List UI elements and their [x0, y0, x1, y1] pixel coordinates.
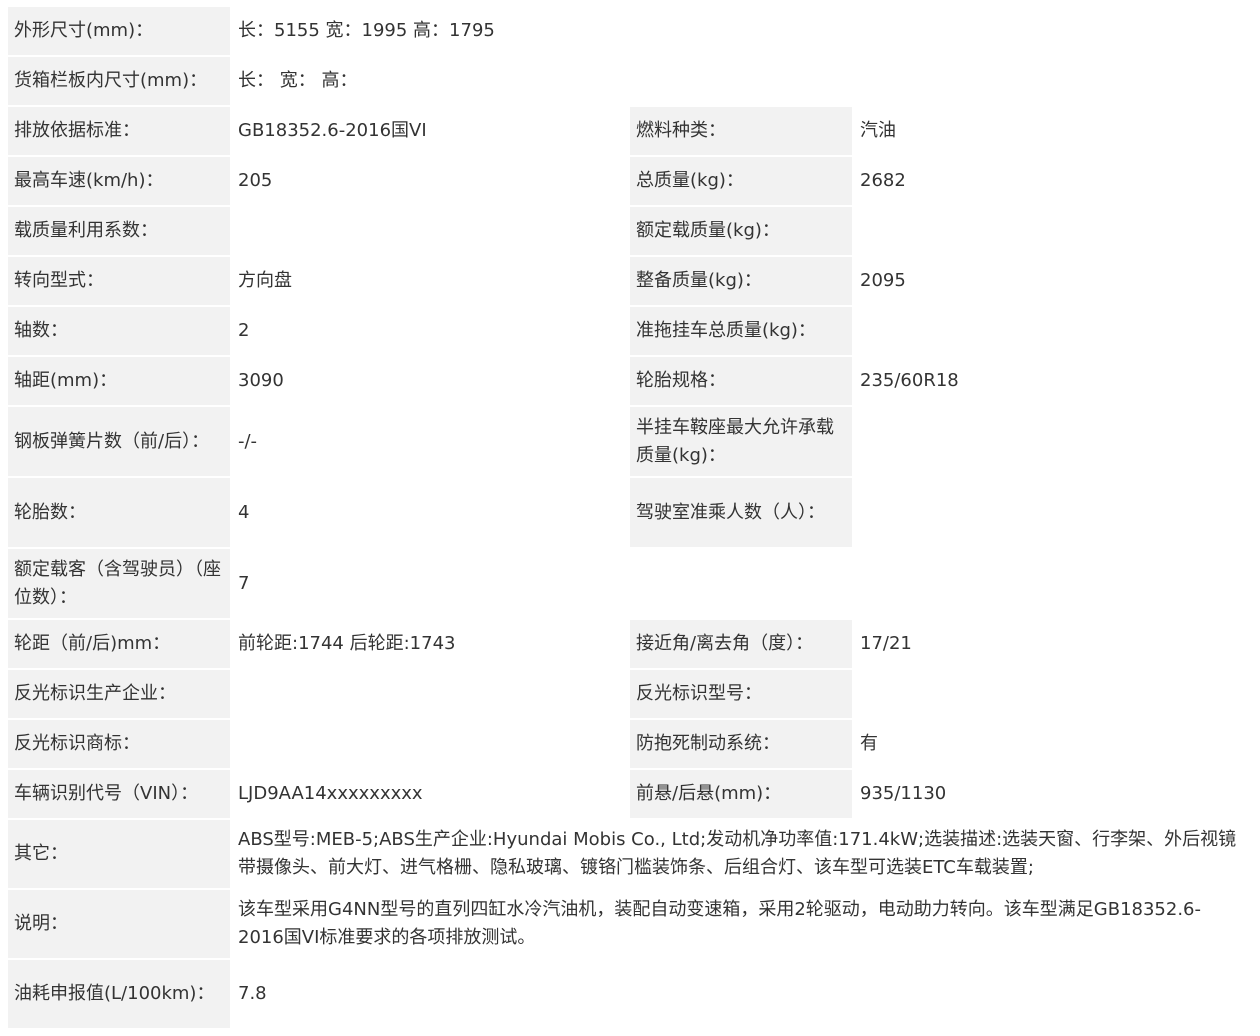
- table-row: 车辆识别代号（VIN）： LJD9AA14xxxxxxxxx 前悬/后悬(mm)…: [6, 768, 1255, 820]
- row-label: 货箱栏板内尺寸(mm)：: [6, 55, 232, 107]
- table-row: 其它： ABS型号:MEB-5;ABS生产企业:Hyundai Mobis Co…: [6, 818, 1255, 890]
- row-label: 轮距（前/后)mm：: [6, 618, 232, 670]
- row-value-2: [851, 305, 1255, 357]
- row-label-2: 额定载质量(kg)：: [628, 205, 854, 257]
- table-row: 反光标识生产企业： 反光标识型号：: [6, 668, 1255, 720]
- row-label: 说明：: [6, 888, 232, 960]
- row-value: 该车型采用G4NN型号的直列四缸水冷汽油机，装配自动变速箱，采用2轮驱动，电动助…: [229, 888, 1255, 960]
- row-value-2: 935/1130: [851, 768, 1255, 820]
- row-label-2: 准拖挂车总质量(kg)：: [628, 305, 854, 357]
- row-label: 排放依据标准：: [6, 105, 232, 157]
- row-label-2: 接近角/离去角（度）：: [628, 618, 854, 670]
- row-label-2: 防抱死制动系统：: [628, 718, 854, 770]
- row-value: LJD9AA14xxxxxxxxx: [230, 768, 630, 820]
- row-label-2: 整备质量(kg)：: [628, 255, 854, 307]
- row-value: 7: [229, 547, 1255, 620]
- row-label: 载质量利用系数：: [6, 205, 232, 257]
- row-value: 方向盘: [230, 255, 630, 307]
- table-row: 说明： 该车型采用G4NN型号的直列四缸水冷汽油机，装配自动变速箱，采用2轮驱动…: [6, 888, 1255, 960]
- row-value: 3090: [230, 355, 630, 407]
- row-value: 4: [230, 476, 630, 549]
- table-row: 轴数： 2 准拖挂车总质量(kg)：: [6, 305, 1255, 357]
- row-label: 钢板弹簧片数（前/后）：: [6, 405, 232, 478]
- row-label: 额定载客（含驾驶员）（座位数）：: [6, 547, 232, 620]
- row-value: [230, 668, 630, 720]
- table-row: 反光标识商标： 防抱死制动系统： 有: [6, 718, 1255, 770]
- row-label: 外形尺寸(mm)：: [6, 5, 232, 57]
- row-value-2: 2095: [851, 255, 1255, 307]
- row-value: -/-: [230, 405, 630, 478]
- table-row: 货箱栏板内尺寸(mm)： 长： 宽： 高：: [6, 55, 1255, 107]
- row-label-2: 轮胎规格：: [628, 355, 854, 407]
- table-row: 外形尺寸(mm)： 长：5155 宽：1995 高：1795: [6, 5, 1255, 57]
- table-row: 额定载客（含驾驶员）（座位数）： 7: [6, 547, 1255, 620]
- row-label: 轴数：: [6, 305, 232, 357]
- row-value: 长： 宽： 高：: [229, 55, 1255, 107]
- table-row: 最高车速(km/h)： 205 总质量(kg)： 2682: [6, 155, 1255, 207]
- row-value-2: [851, 205, 1255, 257]
- table-row: 排放依据标准： GB18352.6-2016国VI 燃料种类： 汽油: [6, 105, 1255, 157]
- row-value: [230, 205, 630, 257]
- row-value: GB18352.6-2016国VI: [230, 105, 630, 157]
- table-row: 油耗申报值(L/100km)： 7.8: [6, 958, 1255, 1030]
- row-label: 轴距(mm)：: [6, 355, 232, 407]
- row-value-2: 2682: [851, 155, 1255, 207]
- row-label-2: 反光标识型号：: [628, 668, 854, 720]
- vehicle-spec-table: 外形尺寸(mm)： 长：5155 宽：1995 高：1795 货箱栏板内尺寸(m…: [6, 5, 1255, 1030]
- table-row: 轴距(mm)： 3090 轮胎规格： 235/60R18: [6, 355, 1255, 407]
- row-label: 油耗申报值(L/100km)：: [6, 958, 232, 1030]
- table-row: 载质量利用系数： 额定载质量(kg)：: [6, 205, 1255, 257]
- row-label-2: 前悬/后悬(mm)：: [628, 768, 854, 820]
- row-value-2: 235/60R18: [851, 355, 1255, 407]
- row-value: 7.8: [229, 958, 1255, 1030]
- row-label: 车辆识别代号（VIN）：: [6, 768, 232, 820]
- row-label: 其它：: [6, 818, 232, 890]
- row-value: 长：5155 宽：1995 高：1795: [229, 5, 1255, 57]
- row-value-2: 有: [851, 718, 1255, 770]
- row-value-2: 汽油: [851, 105, 1255, 157]
- row-value: 2: [230, 305, 630, 357]
- table-row: 钢板弹簧片数（前/后）： -/- 半挂车鞍座最大允许承载质量(kg)：: [6, 405, 1255, 478]
- row-value-2: 17/21: [851, 618, 1255, 670]
- row-label-2: 燃料种类：: [628, 105, 854, 157]
- row-value-2: [851, 668, 1255, 720]
- table-row: 轮距（前/后)mm： 前轮距:1744 后轮距:1743 接近角/离去角（度）：…: [6, 618, 1255, 670]
- row-value: [230, 718, 630, 770]
- row-label: 反光标识商标：: [6, 718, 232, 770]
- row-label: 轮胎数：: [6, 476, 232, 549]
- row-label: 反光标识生产企业：: [6, 668, 232, 720]
- table-row: 轮胎数： 4 驾驶室准乘人数（人）：: [6, 476, 1255, 549]
- row-value: 前轮距:1744 后轮距:1743: [230, 618, 630, 670]
- row-value: 205: [230, 155, 630, 207]
- row-value: ABS型号:MEB-5;ABS生产企业:Hyundai Mobis Co., L…: [229, 818, 1255, 890]
- table-row: 转向型式： 方向盘 整备质量(kg)： 2095: [6, 255, 1255, 307]
- row-value-2: [851, 405, 1255, 478]
- row-label-2: 半挂车鞍座最大允许承载质量(kg)：: [628, 405, 854, 478]
- row-label-2: 驾驶室准乘人数（人）：: [628, 476, 854, 549]
- row-value-2: [851, 476, 1255, 549]
- row-label: 最高车速(km/h)：: [6, 155, 232, 207]
- row-label: 转向型式：: [6, 255, 232, 307]
- row-label-2: 总质量(kg)：: [628, 155, 854, 207]
